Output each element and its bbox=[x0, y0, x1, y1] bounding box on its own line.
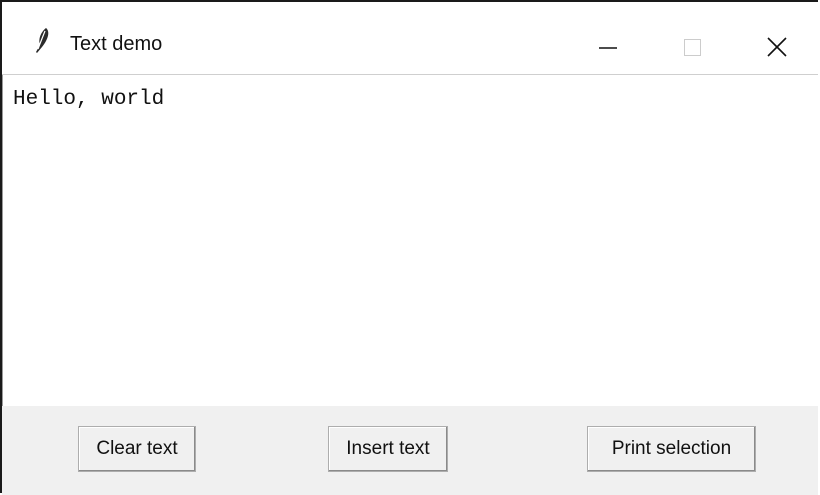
app-window: Text demo Hello, world Clear text Insert… bbox=[0, 0, 818, 495]
button-bar: Clear text Insert text Print selection bbox=[2, 406, 818, 495]
close-icon bbox=[767, 37, 787, 57]
text-content: Hello, world bbox=[13, 88, 165, 111]
minimize-button[interactable] bbox=[574, 16, 644, 70]
window-title: Text demo bbox=[70, 33, 163, 55]
insert-text-button[interactable]: Insert text bbox=[328, 426, 448, 472]
clear-text-button[interactable]: Clear text bbox=[78, 426, 196, 472]
title-bar[interactable]: Text demo bbox=[2, 2, 818, 75]
maximize-icon bbox=[684, 39, 701, 56]
feather-icon bbox=[32, 26, 52, 56]
minimize-icon bbox=[599, 47, 617, 49]
maximize-button[interactable] bbox=[658, 16, 728, 70]
close-button[interactable] bbox=[744, 16, 814, 70]
text-widget[interactable]: Hello, world bbox=[2, 75, 818, 406]
print-selection-button[interactable]: Print selection bbox=[587, 426, 756, 472]
